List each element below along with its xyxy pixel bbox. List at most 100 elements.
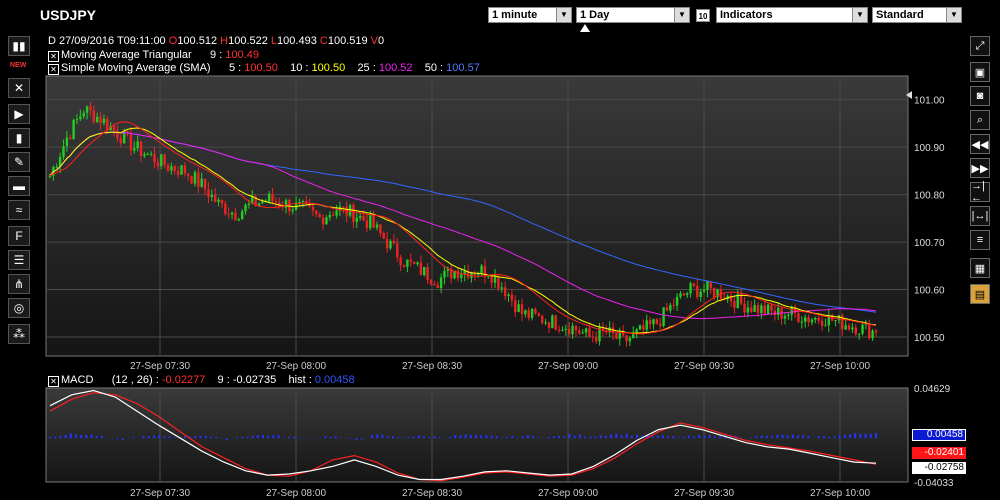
candle-body bbox=[773, 310, 777, 316]
candle-body bbox=[804, 317, 807, 322]
candle-body bbox=[133, 148, 136, 151]
candle-body bbox=[284, 200, 288, 208]
candle-body bbox=[102, 118, 106, 124]
candle-body bbox=[493, 276, 497, 283]
candle-body bbox=[574, 325, 578, 331]
price-x-tick-label: 27-Sep 08:00 bbox=[266, 361, 326, 372]
candle-body bbox=[547, 322, 551, 328]
candle-body bbox=[348, 205, 352, 216]
macd-signal-tag: -0.02758 bbox=[912, 462, 966, 474]
candle-body bbox=[760, 305, 763, 313]
candle-body bbox=[487, 276, 490, 278]
candle-body bbox=[645, 320, 648, 330]
price-y-tick-label: 100.90 bbox=[914, 143, 945, 154]
candle-body bbox=[581, 332, 584, 334]
candle-body bbox=[149, 153, 153, 155]
candle-body bbox=[247, 203, 251, 205]
candle-body bbox=[679, 293, 682, 297]
candle-body bbox=[180, 165, 183, 175]
candle-body bbox=[503, 287, 507, 297]
candle-body bbox=[807, 317, 810, 323]
candle-body bbox=[79, 116, 82, 120]
candle-body bbox=[237, 219, 240, 221]
candle-body bbox=[851, 327, 854, 330]
candle-body bbox=[810, 319, 814, 323]
candle-body bbox=[203, 178, 207, 190]
candle-body bbox=[96, 116, 99, 122]
candle-body bbox=[753, 304, 756, 312]
candle-body bbox=[507, 294, 510, 297]
candle-body bbox=[82, 112, 85, 117]
candle-body bbox=[557, 329, 561, 331]
candle-body bbox=[797, 313, 800, 323]
macd-x-tick-label: 27-Sep 08:30 bbox=[402, 488, 462, 499]
candle-body bbox=[399, 257, 402, 266]
candle-body bbox=[743, 303, 746, 313]
candle-body bbox=[335, 210, 338, 216]
candle-body bbox=[355, 217, 358, 222]
candle-body bbox=[844, 325, 847, 330]
candle-body bbox=[436, 285, 439, 289]
candle-body bbox=[443, 270, 446, 278]
candle-body bbox=[139, 141, 143, 157]
candle-body bbox=[699, 291, 702, 298]
candle-body bbox=[321, 217, 325, 225]
candle-body bbox=[847, 325, 851, 330]
macd-x-tick-label: 27-Sep 08:00 bbox=[266, 488, 326, 499]
candle-body bbox=[197, 172, 200, 187]
candle-body bbox=[712, 287, 716, 298]
price-x-tick-label: 27-Sep 09:00 bbox=[538, 361, 598, 372]
price-y-tick-label: 100.70 bbox=[914, 238, 945, 249]
candle-body bbox=[156, 162, 160, 166]
price-chart[interactable]: 27-Sep 07:30 27-Sep 08:00 27-Sep 08:30 27-S… bbox=[0, 0, 1000, 500]
candle-body bbox=[267, 193, 271, 202]
candle-body bbox=[261, 201, 264, 204]
candle-body bbox=[136, 141, 139, 149]
candle-body bbox=[669, 305, 672, 311]
candle-body bbox=[814, 317, 817, 320]
candle-body bbox=[65, 137, 69, 147]
candle-body bbox=[524, 310, 527, 315]
candle-body bbox=[342, 206, 345, 208]
candle-body bbox=[706, 281, 709, 291]
candle-body bbox=[274, 201, 278, 203]
candle-body bbox=[75, 119, 79, 121]
candle-body bbox=[318, 214, 321, 218]
candle-body bbox=[662, 307, 665, 327]
candle-body bbox=[564, 328, 568, 330]
price-x-tick-label: 27-Sep 10:00 bbox=[810, 361, 870, 372]
candle-body bbox=[628, 338, 632, 342]
candle-body bbox=[746, 307, 750, 313]
candle-body bbox=[854, 327, 857, 335]
candle-body bbox=[618, 332, 621, 339]
candle-body bbox=[561, 329, 564, 331]
candle-body bbox=[372, 214, 375, 228]
candle-body bbox=[375, 224, 379, 228]
macd-y-top-label: 0.04629 bbox=[914, 384, 951, 395]
candle-body bbox=[817, 317, 820, 321]
candle-body bbox=[129, 133, 133, 151]
candle-body bbox=[402, 265, 406, 267]
candle-body bbox=[69, 137, 72, 140]
candle-body bbox=[200, 178, 203, 187]
candle-body bbox=[834, 319, 837, 321]
candle-body bbox=[756, 304, 760, 313]
candle-body bbox=[497, 276, 500, 289]
candle-body bbox=[551, 315, 554, 328]
candle-body bbox=[311, 206, 315, 211]
candle-body bbox=[783, 315, 787, 319]
candle-body bbox=[112, 126, 116, 131]
candle-body bbox=[423, 266, 426, 276]
candle-body bbox=[362, 215, 365, 221]
candle-body bbox=[153, 153, 156, 163]
candle-body bbox=[99, 116, 102, 124]
candle-body bbox=[190, 176, 193, 184]
candle-body bbox=[389, 241, 392, 249]
candle-body bbox=[615, 333, 618, 339]
candle-body bbox=[820, 320, 824, 326]
candle-body bbox=[419, 262, 423, 276]
candle-body bbox=[379, 224, 382, 234]
candle-body bbox=[766, 304, 770, 314]
candle-body bbox=[433, 283, 436, 286]
candle-body bbox=[672, 305, 675, 307]
